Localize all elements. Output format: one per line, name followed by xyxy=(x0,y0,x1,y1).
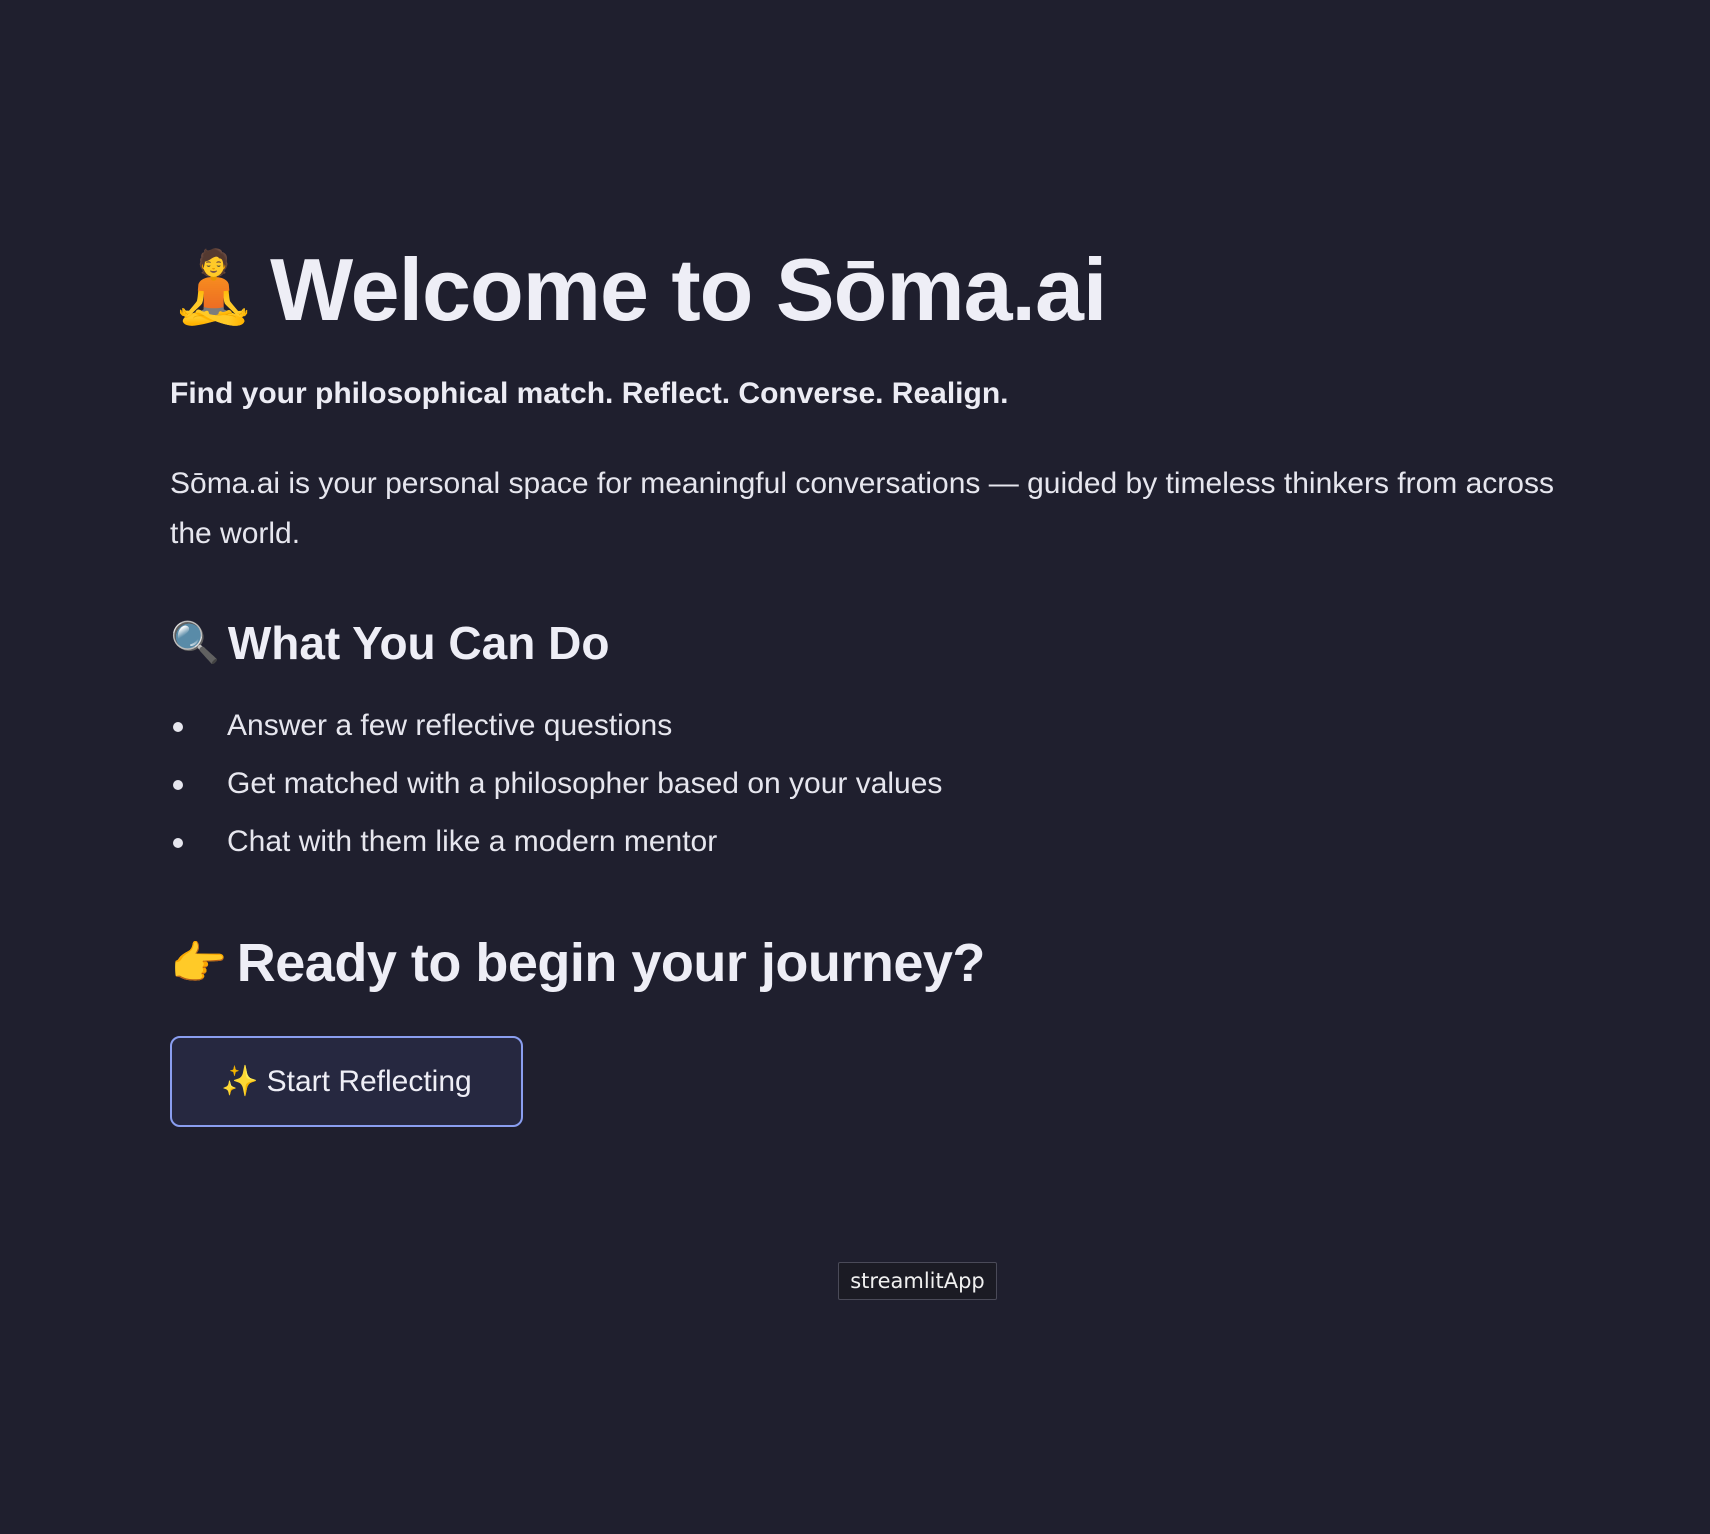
list-item: Answer a few reflective questions xyxy=(170,697,942,755)
bullet-icon xyxy=(173,722,183,732)
list-item-label: Get matched with a philosopher based on … xyxy=(227,767,943,800)
page-title-text: Welcome to Sōma.ai xyxy=(270,240,1107,339)
list-item-label: Chat with them like a modern mentor xyxy=(227,825,718,858)
start-reflecting-button[interactable]: ✨ Start Reflecting xyxy=(170,1036,523,1127)
list-item: Get matched with a philosopher based on … xyxy=(170,755,942,813)
page-title: 🧘 Welcome to Sōma.ai xyxy=(170,225,1560,355)
pointing-hand-icon: 👉 xyxy=(170,936,227,989)
tooltip: streamlitApp xyxy=(838,1262,997,1300)
tagline: Find your philosophical match. Reflect. … xyxy=(170,377,1009,410)
meditation-icon: 🧘 xyxy=(170,247,257,326)
cta-heading-text: Ready to begin your journey? xyxy=(236,933,986,993)
main-content: 🧘 Welcome to Sōma.ai Find your philosophi… xyxy=(170,225,1560,1127)
sparkles-icon: ✨ xyxy=(221,1064,259,1098)
list-item: Chat with them like a modern mentor xyxy=(170,813,942,871)
features-heading: 🔍 What You Can Do xyxy=(170,603,609,683)
bullet-icon xyxy=(173,838,183,848)
intro-paragraph: Sōma.ai is your personal space for meani… xyxy=(170,467,1554,550)
list-item-label: Answer a few reflective questions xyxy=(227,709,673,742)
bullet-icon xyxy=(173,780,183,790)
cta-heading: 👉 Ready to begin your journey? xyxy=(170,918,985,1008)
start-reflecting-label: Start Reflecting xyxy=(266,1064,472,1098)
features-heading-text: What You Can Do xyxy=(227,617,610,669)
feature-list: Answer a few reflective questions Get ma… xyxy=(170,697,942,871)
magnifying-glass-icon: 🔍 xyxy=(170,620,220,665)
